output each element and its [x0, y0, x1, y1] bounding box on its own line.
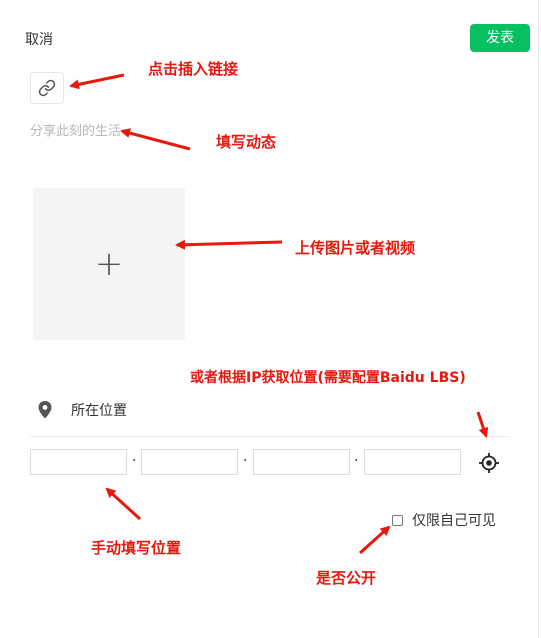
annotation-public: 是否公开 [316, 569, 377, 587]
arrow-ip-location [476, 411, 489, 438]
arrow-link [69, 73, 125, 90]
annotation-upload: 上传图片或者视频 [295, 239, 416, 257]
arrow-public [358, 525, 391, 555]
annotation-arrows [69, 73, 489, 555]
annotation-manual-location: 手动填写位置 [91, 539, 182, 557]
annotation-link: 点击插入链接 [148, 60, 239, 78]
annotation-compose: 填写动态 [216, 133, 277, 151]
arrow-manual-location [105, 487, 142, 521]
compose-post-panel: 取消 发表 + 所在位置 · · · [0, 0, 541, 638]
arrow-upload [175, 239, 283, 250]
annotation-ip-location: 或者根据IP获取位置(需要配置Baidu LBS) [190, 370, 466, 386]
arrow-compose [120, 128, 191, 151]
